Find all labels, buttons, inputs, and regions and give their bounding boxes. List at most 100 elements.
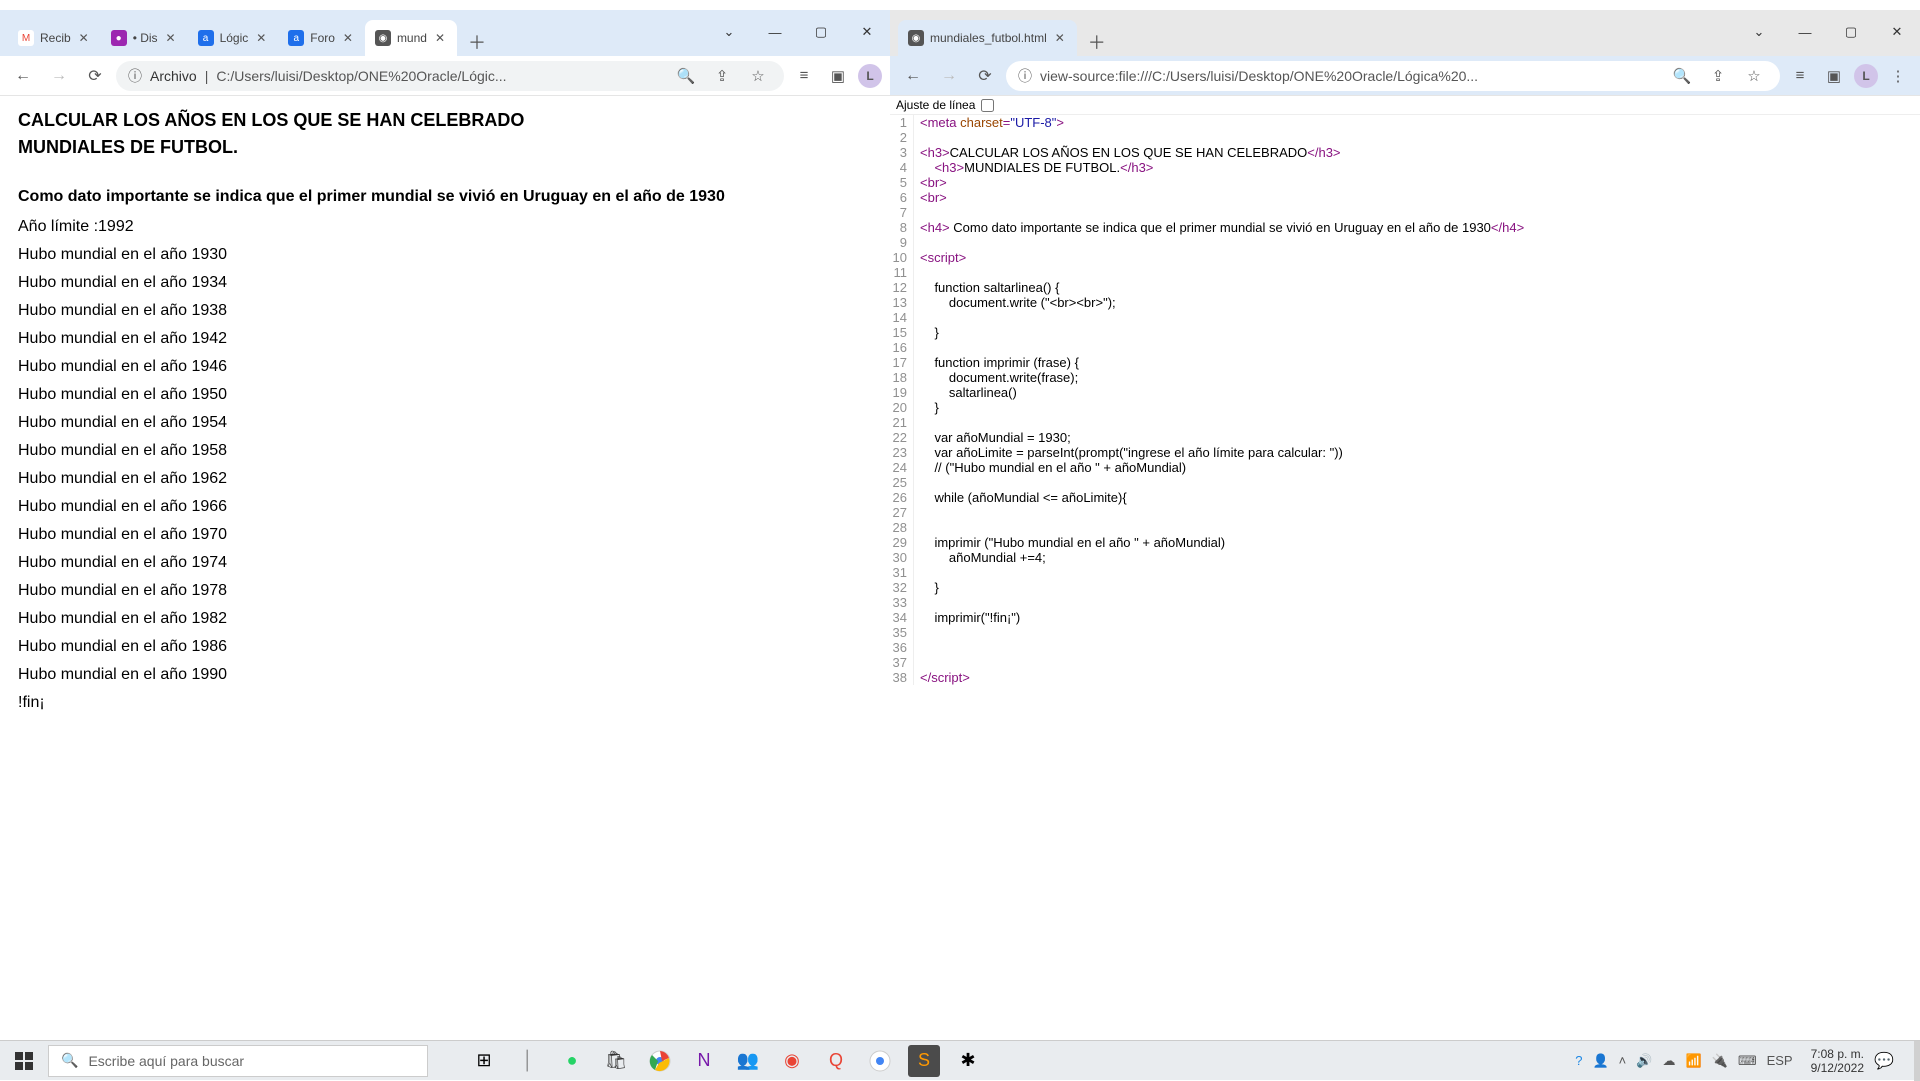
tab[interactable]: MRecib✕: [8, 20, 101, 56]
source-line: 22 var añoMundial = 1930;: [890, 430, 1920, 445]
favicon: ●: [111, 30, 127, 46]
forward-button[interactable]: →: [44, 61, 74, 91]
onenote-icon[interactable]: N: [688, 1045, 720, 1077]
source-line: 4 <h3>MUNDIALES DE FUTBOL.</h3>: [890, 160, 1920, 175]
search-icon[interactable]: 🔍: [672, 62, 700, 90]
address-bar[interactable]: ⓘ Archivo | C:/Users/luisi/Desktop/ONE%2…: [116, 61, 784, 91]
close-tab-icon[interactable]: ✕: [164, 31, 178, 45]
profile-avatar[interactable]: L: [858, 64, 882, 88]
line-number: 29: [890, 535, 914, 550]
output-line: Hubo mundial en el año 1982: [18, 610, 872, 628]
source-line: 17 function imprimir (frase) {: [890, 355, 1920, 370]
maximize-button[interactable]: ▢: [1828, 10, 1874, 54]
source-line: 10<script>: [890, 250, 1920, 265]
forward-button[interactable]: →: [934, 61, 964, 91]
window-controls: ⌄ — ▢ ✕: [1736, 10, 1920, 54]
taskbar-search[interactable]: 🔍 Escribe aquí para buscar: [48, 1045, 428, 1077]
info-icon: ⓘ: [128, 66, 142, 86]
onedrive-icon[interactable]: ☁: [1662, 1053, 1675, 1069]
meet-now-icon[interactable]: 👤: [1592, 1053, 1608, 1069]
line-code: [914, 625, 920, 640]
whatsapp-icon[interactable]: ●: [556, 1045, 588, 1077]
tab[interactable]: aForo✕: [278, 20, 365, 56]
tab[interactable]: aLógic✕: [188, 20, 279, 56]
search-icon[interactable]: 🔍: [1668, 62, 1696, 90]
sublime-icon[interactable]: S: [908, 1045, 940, 1077]
close-tab-icon[interactable]: ✕: [254, 31, 268, 45]
line-number: 13: [890, 295, 914, 310]
reload-button[interactable]: ⟳: [970, 61, 1000, 91]
profile-avatar[interactable]: L: [1854, 64, 1878, 88]
start-button[interactable]: [0, 1041, 48, 1081]
close-window-button[interactable]: ✕: [844, 10, 890, 54]
tab-search-icon[interactable]: ⌄: [1736, 10, 1782, 54]
line-code: [914, 655, 920, 670]
close-tab-icon[interactable]: ✕: [1053, 31, 1067, 45]
source-line: 21: [890, 415, 1920, 430]
minimize-button[interactable]: —: [1782, 10, 1828, 54]
favicon: a: [198, 30, 214, 46]
wifi-icon[interactable]: 📶: [1685, 1053, 1701, 1069]
line-number: 30: [890, 550, 914, 565]
menu-icon[interactable]: ⋮: [1884, 62, 1912, 90]
help-icon[interactable]: ?: [1575, 1053, 1582, 1068]
close-tab-icon[interactable]: ✕: [77, 31, 91, 45]
chevron-up-icon[interactable]: ˄: [1619, 1053, 1627, 1068]
line-number: 34: [890, 610, 914, 625]
line-number: 1: [890, 115, 914, 130]
source-line: 8<h4> Como dato importante se indica que…: [890, 220, 1920, 235]
new-tab-button[interactable]: ＋: [463, 28, 491, 56]
keyboard-icon[interactable]: ⌨: [1738, 1053, 1757, 1069]
clock[interactable]: 7:08 p. m. 9/12/2022: [1801, 1047, 1874, 1075]
reading-list-icon[interactable]: ≡: [1786, 62, 1814, 90]
line-code: [914, 475, 920, 490]
line-wrap-row: Ajuste de línea: [890, 96, 1920, 115]
reading-list-icon[interactable]: ≡: [790, 62, 818, 90]
source-line: 13 document.write ("<br><br>");: [890, 295, 1920, 310]
maximize-button[interactable]: ▢: [798, 10, 844, 54]
output-line: Hubo mundial en el año 1950: [18, 386, 872, 404]
line-code: [914, 205, 920, 220]
volume-icon[interactable]: 🔊: [1636, 1053, 1652, 1069]
back-button[interactable]: ←: [898, 61, 928, 91]
slack-icon[interactable]: ✱: [952, 1045, 984, 1077]
bookmark-icon[interactable]: ☆: [744, 62, 772, 90]
store-icon[interactable]: 🛍: [600, 1045, 632, 1077]
bookmark-icon[interactable]: ☆: [1740, 62, 1768, 90]
share-icon[interactable]: ⇪: [1704, 62, 1732, 90]
close-tab-icon[interactable]: ✕: [433, 31, 447, 45]
teams-icon[interactable]: 👥: [732, 1045, 764, 1077]
chrome-icon[interactable]: [644, 1045, 676, 1077]
task-view-icon[interactable]: ⊞: [468, 1045, 500, 1077]
side-panel-icon[interactable]: ▣: [824, 62, 852, 90]
heading-2: MUNDIALES DE FUTBOL.: [18, 137, 872, 158]
app-icon-q[interactable]: Q: [820, 1045, 852, 1077]
line-code: [914, 595, 920, 610]
chrome-active-icon[interactable]: [864, 1045, 896, 1077]
new-tab-button[interactable]: ＋: [1083, 28, 1111, 56]
back-button[interactable]: ←: [8, 61, 38, 91]
language-indicator[interactable]: ESP: [1767, 1053, 1793, 1068]
share-icon[interactable]: ⇪: [708, 62, 736, 90]
close-tab-icon[interactable]: ✕: [341, 31, 355, 45]
line-number: 14: [890, 310, 914, 325]
notifications-icon[interactable]: 💬: [1874, 1051, 1914, 1071]
app-icon-red[interactable]: ◉: [776, 1045, 808, 1077]
address-bar[interactable]: ⓘ view-source:file:///C:/Users/luisi/Des…: [1006, 61, 1780, 91]
show-desktop[interactable]: [1914, 1041, 1920, 1081]
tab[interactable]: ●• Dis✕: [101, 20, 188, 56]
favicon: ◉: [375, 30, 391, 46]
close-window-button[interactable]: ✕: [1874, 10, 1920, 54]
battery-icon[interactable]: 🔌: [1712, 1053, 1728, 1069]
tab-search-icon[interactable]: ⌄: [706, 10, 752, 54]
tabstrip: MRecib✕●• Dis✕aLógic✕aForo✕◉mund✕＋ ⌄ — ▢…: [0, 10, 890, 56]
source-line: 5<br>: [890, 175, 1920, 190]
line-code: <script>: [914, 250, 966, 265]
tab-active[interactable]: ◉mund✕: [365, 20, 457, 56]
reload-button[interactable]: ⟳: [80, 61, 110, 91]
minimize-button[interactable]: —: [752, 10, 798, 54]
line-code: document.write(frase);: [914, 370, 1078, 385]
line-wrap-checkbox[interactable]: [981, 99, 994, 112]
tab-active[interactable]: ◉ mundiales_futbol.html ✕: [898, 20, 1077, 56]
side-panel-icon[interactable]: ▣: [1820, 62, 1848, 90]
